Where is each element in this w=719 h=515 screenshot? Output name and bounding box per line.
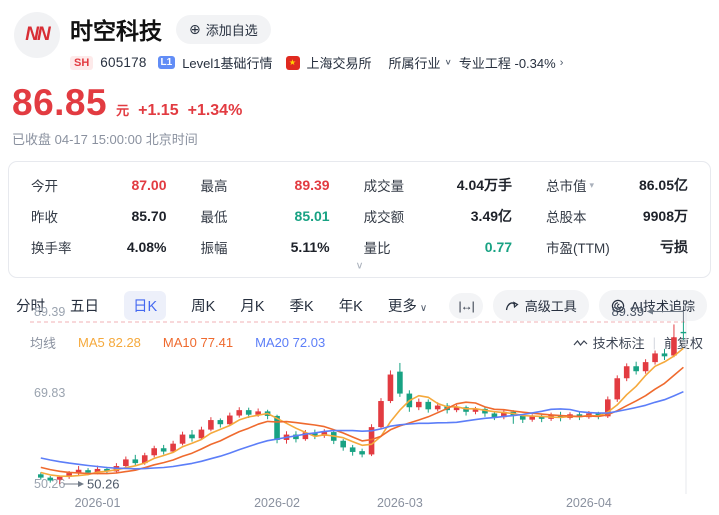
current-price: 86.85 (12, 82, 107, 124)
industry-link[interactable]: 专业工程 -0.34% › (459, 53, 563, 72)
stat-low: 最低 85.01 (201, 206, 330, 226)
stock-name: 时空科技 (70, 12, 162, 46)
expand-stats-chevron-icon[interactable]: ∨ (31, 258, 688, 274)
svg-text:89.39: 89.39 (611, 304, 644, 319)
price-change: +1.15 (138, 102, 178, 120)
price-unit: 元 (116, 100, 129, 119)
circle-plus-icon: ⊕ (189, 22, 201, 36)
level-label: Level1基础行情 (182, 53, 272, 72)
market-status: 已收盘 04-17 15:00:00 北京时间 (12, 129, 705, 148)
stat-volume-ratio: 量比 0.77 (364, 237, 512, 257)
stat-open: 今开 87.00 (31, 175, 167, 195)
header: NN 时空科技 ⊕ 添加自选 SH 605178 L1 Level1基础行情 ★… (0, 0, 719, 72)
stat-high: 最高 89.39 (201, 175, 330, 195)
stock-detail-page: NN 时空科技 ⊕ 添加自选 SH 605178 L1 Level1基础行情 ★… (0, 0, 719, 515)
industry-dropdown[interactable]: 所属行业 ∨ (389, 53, 452, 72)
svg-text:69.83: 69.83 (34, 386, 65, 400)
candlestick-chart[interactable]: 89.39 69.83 50.26 2026-01 2026-02 2026-03 2026… (0, 298, 719, 515)
stat-turnover-amount: 成交额 3.49亿 (364, 206, 512, 226)
svg-text:2026-04: 2026-04 (566, 496, 612, 510)
market-cap-dropdown-icon[interactable]: ▾ (590, 180, 595, 191)
chevron-down-icon: ∨ (445, 58, 452, 67)
svg-text:2026-02: 2026-02 (254, 496, 300, 510)
svg-text:2026-03: 2026-03 (377, 496, 423, 510)
stats-panel: 今开 87.00 最高 89.39 成交量 4.04万手 总市值 ▾ 86.05… (8, 161, 711, 278)
add-watchlist-button[interactable]: ⊕ 添加自选 (176, 15, 271, 44)
chevron-right-icon: › (560, 57, 564, 69)
china-flag-icon: ★ (286, 56, 300, 70)
stat-total-shares: 总股本 9908万 (546, 206, 688, 226)
market-badge: SH (70, 56, 93, 70)
stat-amplitude: 振幅 5.11% (201, 237, 330, 257)
svg-text:89.39: 89.39 (34, 305, 65, 319)
svg-text:50.26: 50.26 (87, 476, 120, 491)
stat-volume: 成交量 4.04万手 (364, 175, 512, 195)
price-change-percent: +1.34% (188, 102, 243, 120)
quote-block: 86.85 元 +1.15 +1.34% 已收盘 04-17 15:00:00 … (0, 72, 719, 148)
stat-prev-close: 昨收 85.70 (31, 206, 167, 226)
svg-text:2026-01: 2026-01 (75, 496, 121, 510)
company-logo: NN (14, 12, 60, 58)
stat-pe-ttm: 市盈(TTM) 亏损 (546, 237, 688, 257)
stat-market-cap: 总市值 ▾ 86.05亿 (546, 175, 688, 195)
stock-code: 605178 (100, 55, 146, 70)
level1-badge-icon: L1 (158, 56, 176, 69)
exchange-label: 上海交易所 (307, 53, 372, 72)
stat-turnover-rate: 换手率 4.08% (31, 237, 167, 257)
